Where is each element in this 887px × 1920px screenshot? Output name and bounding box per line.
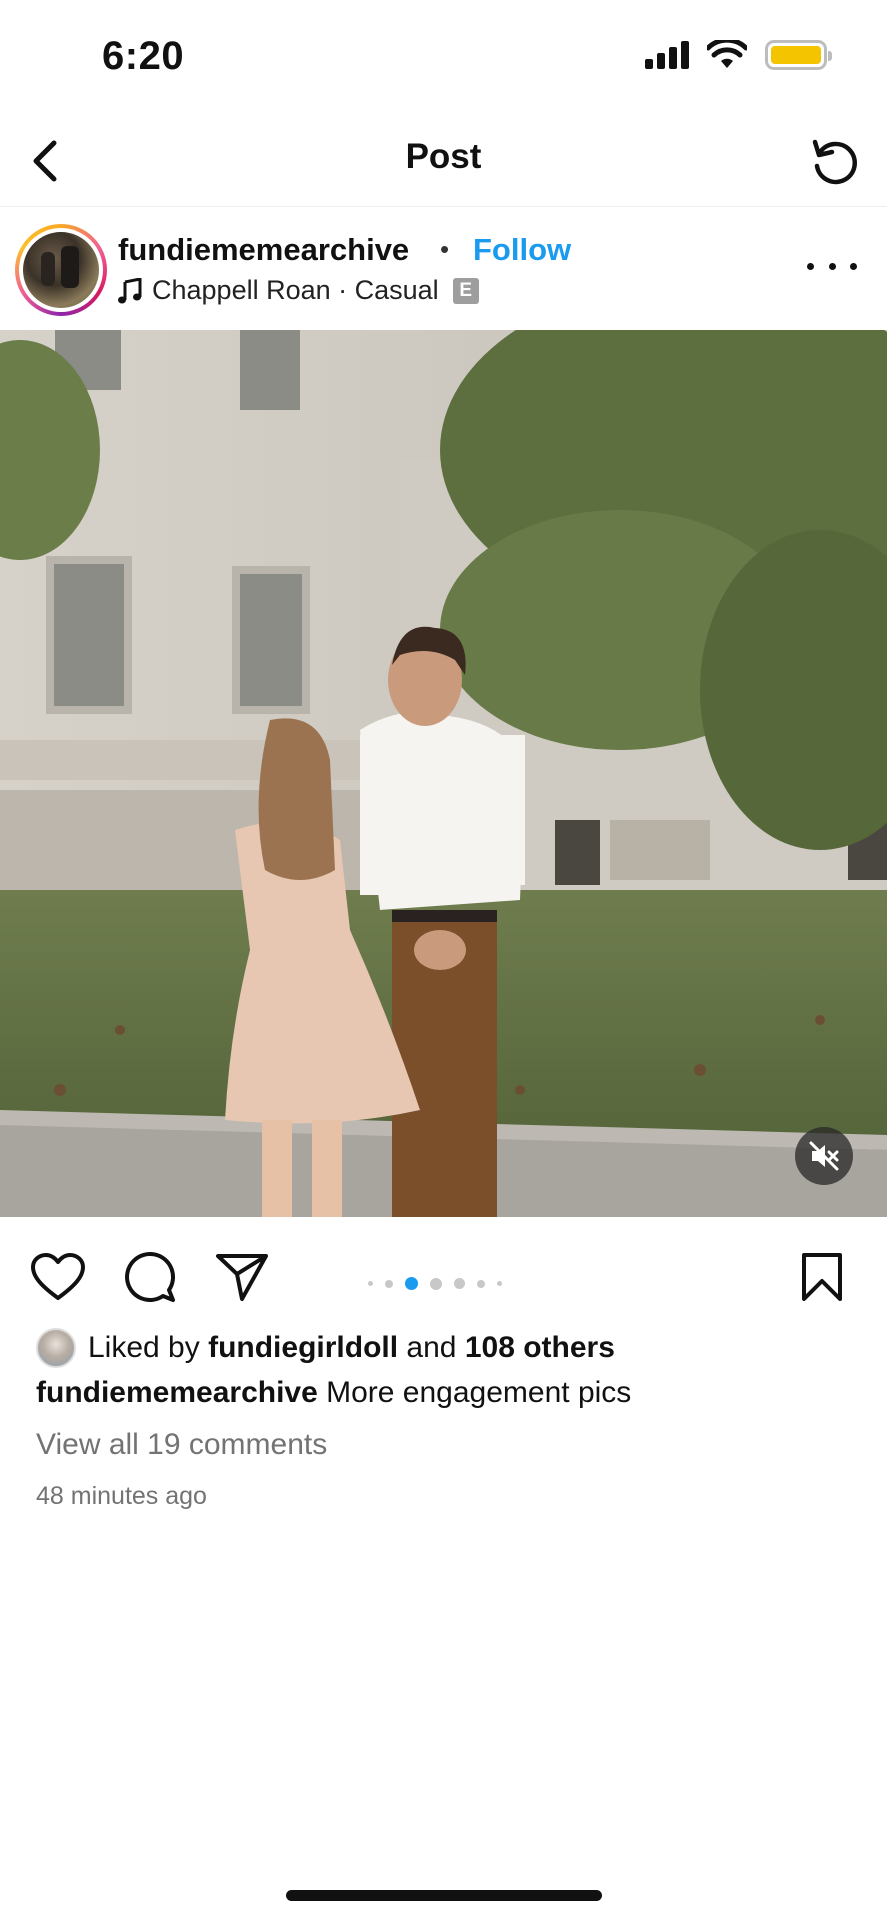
music-text: Chappell Roan · Casual bbox=[152, 275, 439, 305]
music-note-icon bbox=[118, 277, 142, 303]
share-button[interactable] bbox=[212, 1247, 272, 1307]
music-attribution[interactable]: Chappell Roan · Casual E bbox=[118, 275, 479, 306]
explicit-badge: E bbox=[452, 277, 479, 304]
carousel-dot bbox=[385, 1279, 393, 1288]
save-button[interactable] bbox=[792, 1247, 852, 1307]
carousel-dot bbox=[454, 1278, 465, 1289]
bookmark-icon bbox=[802, 1253, 842, 1301]
carousel-dot bbox=[430, 1277, 442, 1290]
mute-button[interactable] bbox=[795, 1127, 853, 1185]
post-actions bbox=[0, 1217, 887, 1327]
post-username[interactable]: fundiememearchive bbox=[118, 232, 409, 268]
separator-dot: • bbox=[440, 234, 450, 264]
liker-username[interactable]: fundiegirldoll bbox=[208, 1331, 398, 1365]
status-icons bbox=[645, 40, 832, 70]
post-timestamp: 48 minutes ago bbox=[36, 1482, 207, 1510]
status-bar: 6:20 bbox=[0, 0, 887, 115]
battery-icon bbox=[765, 40, 832, 70]
post-photo bbox=[0, 330, 887, 1217]
more-dot bbox=[828, 262, 836, 270]
like-button[interactable] bbox=[28, 1247, 88, 1307]
battery-level bbox=[771, 46, 821, 64]
page-title: Post bbox=[405, 137, 482, 176]
view-comments-link[interactable]: View all 19 comments bbox=[36, 1428, 327, 1462]
refresh-button[interactable] bbox=[803, 129, 867, 193]
likes-summary[interactable]: Liked by fundiegirldoll and 108 others bbox=[36, 1328, 615, 1368]
avatar-image bbox=[23, 232, 99, 308]
likes-others[interactable]: 108 others bbox=[465, 1331, 615, 1365]
nav-header: Post bbox=[0, 115, 887, 207]
more-options-button[interactable] bbox=[807, 251, 857, 281]
caption-text: More engagement pics bbox=[326, 1376, 632, 1409]
muted-speaker-icon bbox=[809, 1141, 839, 1171]
wifi-icon bbox=[707, 40, 747, 68]
likes-prefix: Liked by bbox=[88, 1331, 200, 1364]
liker-avatar bbox=[36, 1328, 76, 1368]
heart-icon bbox=[31, 1253, 85, 1300]
more-dot bbox=[850, 262, 857, 270]
carousel-dot bbox=[368, 1281, 373, 1286]
comment-icon bbox=[125, 1252, 175, 1302]
likes-conjunction: and bbox=[406, 1331, 457, 1364]
share-icon bbox=[216, 1254, 268, 1301]
comment-button[interactable] bbox=[120, 1247, 180, 1307]
carousel-dot-active bbox=[405, 1277, 418, 1290]
refresh-icon bbox=[812, 139, 857, 185]
carousel-dot bbox=[477, 1279, 485, 1288]
carousel-dot bbox=[497, 1281, 502, 1286]
follow-button[interactable]: Follow bbox=[473, 232, 571, 268]
post-header: fundiememearchive • Follow Chappell Roan… bbox=[0, 207, 887, 330]
avatar[interactable] bbox=[15, 224, 107, 316]
caption-username[interactable]: fundiememearchive bbox=[36, 1376, 318, 1409]
more-dot bbox=[807, 262, 814, 270]
post-caption: fundiememearchive More engagement pics bbox=[36, 1376, 631, 1410]
home-indicator[interactable] bbox=[286, 1890, 602, 1901]
carousel-indicator bbox=[368, 1277, 502, 1290]
status-time: 6:20 bbox=[102, 34, 185, 78]
post-media[interactable] bbox=[0, 330, 887, 1217]
cellular-signal-icon bbox=[645, 41, 689, 69]
